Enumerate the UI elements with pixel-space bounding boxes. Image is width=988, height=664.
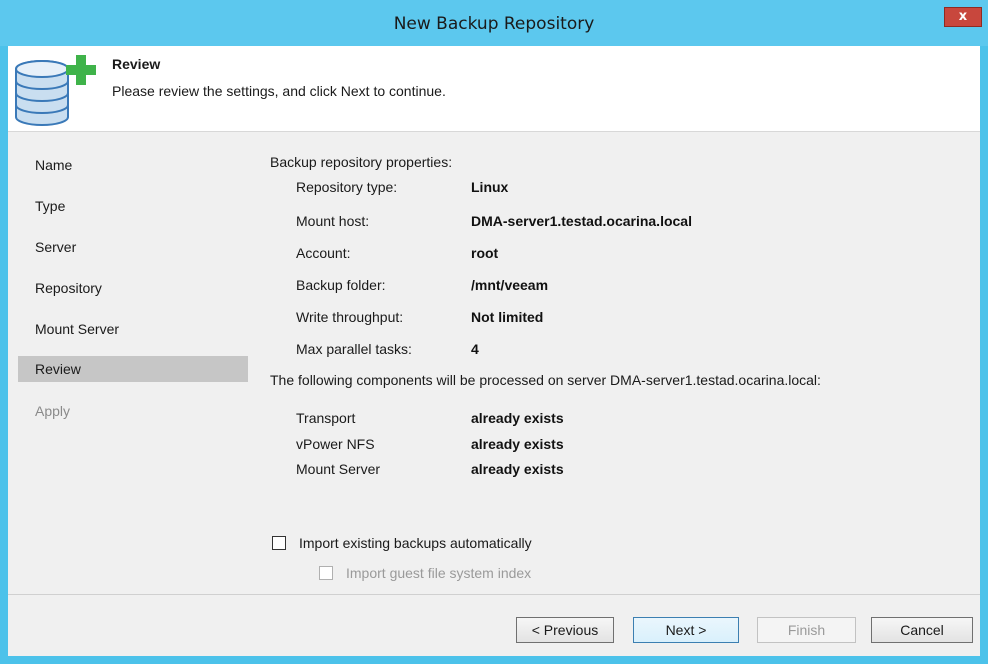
property-value: root bbox=[471, 245, 499, 261]
component-status: already exists bbox=[471, 461, 564, 477]
sidebar-item-mount-server[interactable]: Mount Server bbox=[18, 316, 248, 342]
property-value: 4 bbox=[471, 341, 479, 357]
property-value: DMA-server1.testad.ocarina.local bbox=[471, 213, 692, 229]
window-title: New Backup Repository bbox=[393, 14, 595, 34]
import-backups-checkbox[interactable] bbox=[272, 536, 286, 550]
wizard-window: Review Please review the settings, and c… bbox=[8, 46, 980, 656]
sidebar-item-review[interactable]: Review bbox=[18, 356, 248, 382]
sidebar-item-type[interactable]: Type bbox=[18, 193, 248, 219]
component-label: Mount Server bbox=[296, 461, 381, 477]
import-backups-label[interactable]: Import existing backups automatically bbox=[299, 535, 532, 551]
properties-heading: Backup repository properties: bbox=[270, 154, 453, 170]
step-description: Please review the settings, and click Ne… bbox=[112, 83, 446, 99]
component-label: vPower NFS bbox=[296, 436, 375, 452]
step-title: Review bbox=[112, 56, 161, 72]
property-label: Mount host: bbox=[296, 213, 370, 229]
property-value: Not limited bbox=[471, 309, 544, 325]
sidebar-item-apply: Apply bbox=[35, 403, 71, 419]
property-label: Repository type: bbox=[296, 179, 398, 195]
component-status: already exists bbox=[471, 410, 564, 426]
component-status: already exists bbox=[471, 436, 564, 452]
component-label: Transport bbox=[296, 410, 356, 426]
components-heading: The following components will be process… bbox=[270, 372, 821, 388]
property-label: Account: bbox=[296, 245, 351, 261]
cancel-button[interactable]: Cancel bbox=[871, 617, 973, 643]
footer-divider bbox=[8, 594, 980, 595]
close-button[interactable]: x bbox=[944, 7, 982, 27]
import-index-label: Import guest file system index bbox=[346, 565, 532, 581]
sidebar-item-server[interactable]: Server bbox=[18, 234, 248, 260]
property-value: Linux bbox=[471, 179, 509, 195]
finish-button: Finish bbox=[757, 617, 856, 643]
property-label: Max parallel tasks: bbox=[296, 341, 412, 357]
wizard-header: Review Please review the settings, and c… bbox=[8, 46, 980, 132]
property-label: Write throughput: bbox=[296, 309, 404, 325]
title-bar: New Backup Repository x bbox=[0, 0, 988, 46]
sidebar-item-repository[interactable]: Repository bbox=[18, 275, 248, 301]
next-button[interactable]: Next > bbox=[633, 617, 739, 643]
property-value: /mnt/veeam bbox=[471, 277, 549, 293]
database-add-icon bbox=[12, 53, 98, 132]
property-label: Backup folder: bbox=[296, 277, 386, 293]
previous-button[interactable]: < Previous bbox=[516, 617, 614, 643]
sidebar-item-name[interactable]: Name bbox=[18, 152, 248, 178]
import-index-checkbox bbox=[319, 566, 333, 580]
